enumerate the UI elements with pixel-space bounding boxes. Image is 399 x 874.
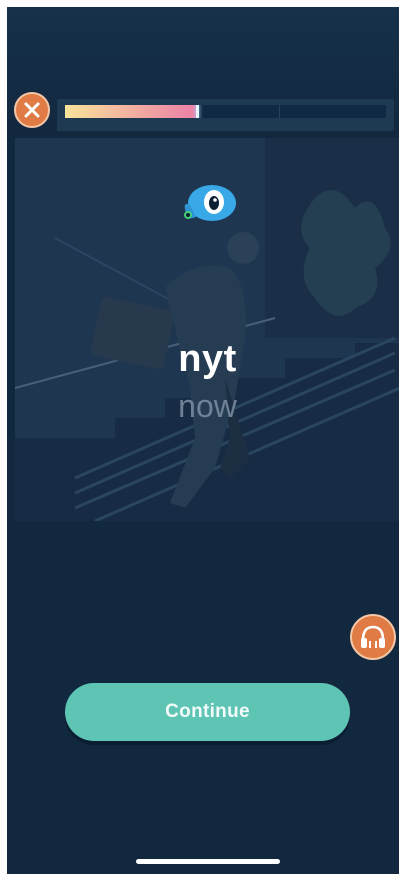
lesson-image-card: nyt now: [15, 138, 399, 521]
progress-fill: [65, 105, 197, 118]
progress-track: [65, 105, 386, 118]
headphones-icon: [361, 625, 385, 648]
word-translation: now: [178, 388, 237, 424]
close-button[interactable]: [14, 92, 50, 128]
lesson-progress-bar: [57, 99, 394, 131]
foreign-word: nyt: [178, 338, 237, 380]
progress-cursor: [196, 105, 199, 118]
audio-button[interactable]: [350, 614, 396, 660]
app-screen: nyt now Continue: [7, 7, 399, 874]
progress-segment-divider: [279, 105, 280, 118]
mascot-icon: [184, 185, 236, 221]
close-icon: [24, 102, 40, 118]
home-indicator[interactable]: [136, 859, 280, 864]
continue-button[interactable]: Continue: [65, 683, 350, 741]
